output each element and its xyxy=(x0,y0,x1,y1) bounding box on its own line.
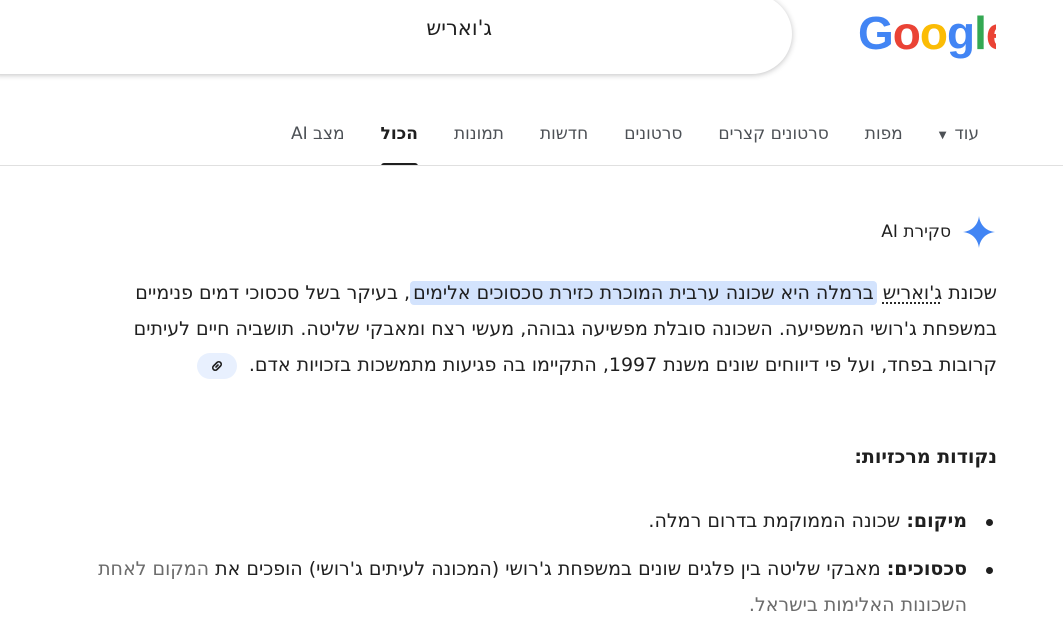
para-term[interactable]: ג'ואריש xyxy=(883,282,942,304)
search-tabs: מצב AI הכול תמונות חדשות סרטונים סרטונים… xyxy=(273,120,997,166)
bullet-term: סכסוכים: xyxy=(886,558,967,580)
ai-overview-title: סקירת AI xyxy=(881,222,951,242)
tab-all[interactable]: הכול xyxy=(363,120,436,166)
para-highlight[interactable]: ברמלה היא שכונה ערבית המוכרת כזירת סכסוכ… xyxy=(410,281,877,305)
tab-more[interactable]: עוד ▼ xyxy=(921,120,997,166)
bullet-text: מאבקי שליטה בין פלגים שונים במשפחת ג'רוש… xyxy=(215,558,887,580)
list-item: מיקום: שכונה הממוקמת בדרום רמלה. xyxy=(77,503,997,539)
ai-overview-header: סקירת AI xyxy=(881,214,997,250)
tabs-divider xyxy=(0,165,1063,166)
key-points-list: מיקום: שכונה הממוקמת בדרום רמלה. סכסוכים… xyxy=(77,503,997,635)
tab-videos[interactable]: סרטונים xyxy=(606,120,700,166)
bullet-dot xyxy=(986,519,993,526)
tab-more-label: עוד xyxy=(954,124,979,144)
tab-ai-mode[interactable]: מצב AI xyxy=(273,120,363,166)
ai-overview-paragraph: שכונת ג'ואריש ברמלה היא שכונה ערבית המוכ… xyxy=(77,275,997,383)
tab-maps[interactable]: מפות xyxy=(847,120,921,166)
key-points-heading: נקודות מרכזיות: xyxy=(854,446,997,468)
bullet-dot xyxy=(986,567,993,574)
google-logo[interactable]: Google xyxy=(858,9,996,59)
list-item: סכסוכים: מאבקי שליטה בין פלגים שונים במש… xyxy=(77,551,997,623)
sparkle-icon xyxy=(963,216,995,248)
svg-text:Google: Google xyxy=(858,9,996,59)
link-icon xyxy=(211,360,222,371)
bullet-term: מיקום: xyxy=(906,510,967,532)
search-box[interactable]: ג'ואריש xyxy=(0,0,792,74)
tab-short-videos[interactable]: סרטונים קצרים xyxy=(700,120,846,166)
search-input[interactable]: ג'ואריש xyxy=(426,16,492,40)
tab-news[interactable]: חדשות xyxy=(522,120,606,166)
bullet-text: שכונה הממוקמת בדרום רמלה. xyxy=(648,510,907,532)
tab-images[interactable]: תמונות xyxy=(436,120,522,166)
para-start: שכונת xyxy=(942,282,997,304)
source-link-button[interactable] xyxy=(196,352,237,379)
caret-down-icon: ▼ xyxy=(938,130,947,141)
